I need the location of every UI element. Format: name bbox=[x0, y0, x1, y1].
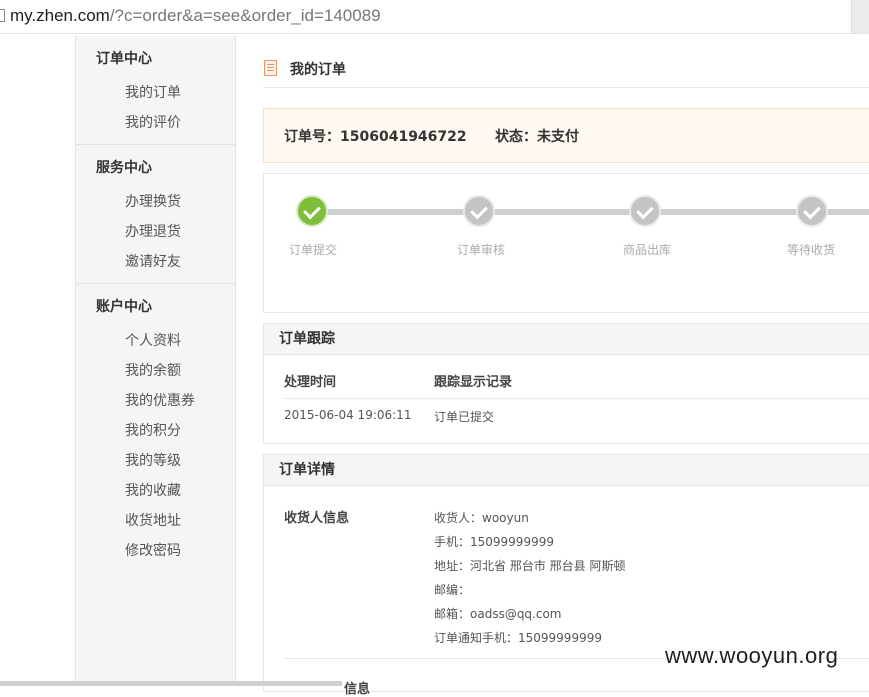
step-label: 订单提交 bbox=[289, 243, 338, 257]
order-info-box: 订单号：1506041946722 状态：未支付 bbox=[263, 108, 869, 163]
step-label: 订单审核 bbox=[457, 243, 506, 257]
order-number: 订单号：1506041946722 bbox=[284, 129, 467, 145]
sidebar-item-addresses[interactable]: 收货地址 bbox=[76, 506, 235, 536]
receiver-notify-phone: 订单通知手机：15099999999 bbox=[434, 631, 602, 645]
sidebar-item-coupons[interactable]: 我的优惠券 bbox=[76, 386, 235, 416]
url-path: /?c=order&a=see&order_id=140089 bbox=[109, 6, 381, 25]
sidebar-item-points[interactable]: 我的积分 bbox=[76, 416, 235, 446]
step-check-icon bbox=[296, 195, 328, 227]
main-content: 我的订单 订单号：1506041946722 状态：未支付 订单提交 订单审核 … bbox=[263, 36, 869, 697]
next-section-label: 信息 bbox=[344, 682, 371, 697]
order-status: 状态：未支付 bbox=[495, 129, 579, 145]
sidebar-group-service: 服务中心 办理换货 办理退货 邀请好友 bbox=[76, 145, 235, 284]
step-check-icon bbox=[629, 195, 661, 227]
col-time-header: 处理时间 bbox=[284, 375, 337, 390]
watermark: www.wooyun.org bbox=[665, 643, 839, 668]
tracking-panel: 订单跟踪 处理时间 跟踪显示记录 2015-06-04 19:06:11 订单已… bbox=[263, 323, 869, 444]
sidebar-item-return[interactable]: 办理退货 bbox=[76, 217, 235, 247]
receiver-phone: 手机：15099999999 bbox=[434, 535, 554, 549]
sidebar-item-change-password[interactable]: 修改密码 bbox=[76, 536, 235, 566]
document-icon bbox=[264, 60, 277, 76]
sidebar: 订单中心 我的订单 我的评价 服务中心 办理换货 办理退货 邀请好友 账户中心 … bbox=[75, 36, 236, 686]
detail-title: 订单详情 bbox=[264, 455, 869, 486]
url-text[interactable]: my.zhen.com/?c=order&a=see&order_id=1400… bbox=[10, 6, 381, 26]
step-label: 等待收货 bbox=[787, 243, 836, 257]
receiver-email: 邮箱：oadss@qq.com bbox=[434, 607, 562, 621]
receiver-info: 收货人：wooyun 手机：15099999999 地址：河北省 邢台市 邢台县… bbox=[434, 508, 625, 652]
sidebar-item-my-orders[interactable]: 我的订单 bbox=[76, 78, 235, 108]
step-check-icon bbox=[796, 195, 828, 227]
page-header: 我的订单 bbox=[263, 36, 869, 88]
receiver-label: 收货人信息 bbox=[284, 511, 350, 526]
receiver-address: 地址：河北省 邢台市 邢台县 阿斯顿 bbox=[434, 559, 626, 573]
col-record-header: 跟踪显示记录 bbox=[434, 375, 513, 390]
progress-track bbox=[314, 209, 869, 215]
page-title: 我的订单 bbox=[290, 62, 346, 78]
sidebar-item-favorites[interactable]: 我的收藏 bbox=[76, 476, 235, 506]
step-check-icon bbox=[463, 195, 495, 227]
tracking-table: 处理时间 跟踪显示记录 2015-06-04 19:06:11 订单已提交 bbox=[264, 355, 869, 443]
sidebar-item-level[interactable]: 我的等级 bbox=[76, 446, 235, 476]
receiver-name: 收货人：wooyun bbox=[434, 511, 529, 525]
url-host: my.zhen.com bbox=[10, 6, 110, 25]
receiver-zip: 邮编： bbox=[434, 583, 471, 597]
sidebar-group-title: 服务中心 bbox=[96, 160, 152, 176]
page-icon bbox=[0, 9, 5, 22]
sidebar-item-profile[interactable]: 个人资料 bbox=[76, 326, 235, 356]
sidebar-group-title: 账户中心 bbox=[96, 299, 152, 315]
table-divider bbox=[282, 398, 869, 399]
sidebar-item-balance[interactable]: 我的余额 bbox=[76, 356, 235, 386]
step-label: 商品出库 bbox=[623, 243, 672, 257]
address-bar[interactable]: my.zhen.com/?c=order&a=see&order_id=1400… bbox=[0, 0, 869, 34]
sidebar-item-my-reviews[interactable]: 我的评价 bbox=[76, 108, 235, 138]
sidebar-item-exchange[interactable]: 办理换货 bbox=[76, 187, 235, 217]
tracking-time: 2015-06-04 19:06:11 bbox=[284, 408, 412, 422]
sidebar-group-order: 订单中心 我的订单 我的评价 bbox=[76, 36, 235, 145]
tracking-title: 订单跟踪 bbox=[264, 324, 869, 355]
sidebar-group-account: 账户中心 个人资料 我的余额 我的优惠券 我的积分 我的等级 我的收藏 收货地址… bbox=[76, 284, 235, 572]
order-progress: 订单提交 订单审核 商品出库 等待收货 bbox=[263, 173, 869, 313]
tracking-record: 订单已提交 bbox=[434, 410, 495, 424]
sidebar-item-invite[interactable]: 邀请好友 bbox=[76, 247, 235, 277]
horizontal-scrollbar[interactable] bbox=[0, 681, 342, 686]
sidebar-group-title: 订单中心 bbox=[96, 51, 152, 67]
scrollbar-corner bbox=[851, 0, 869, 33]
